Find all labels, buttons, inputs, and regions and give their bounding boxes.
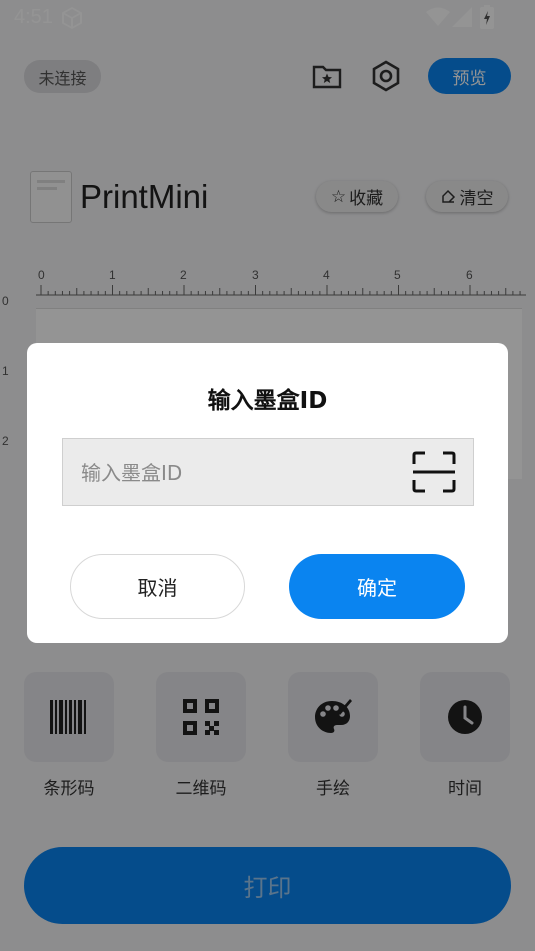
cartridge-id-dialog: 输入墨盒ID 取消 确定: [27, 343, 508, 643]
cancel-button[interactable]: 取消: [70, 554, 245, 619]
confirm-label: 确定: [357, 576, 397, 600]
cancel-label: 取消: [137, 576, 178, 600]
cartridge-id-field: [62, 438, 474, 507]
cartridge-id-input[interactable]: [79, 439, 403, 507]
scan-icon[interactable]: [412, 451, 456, 493]
dialog-title: 输入墨盒ID: [207, 388, 328, 414]
confirm-button[interactable]: 确定: [289, 554, 465, 619]
